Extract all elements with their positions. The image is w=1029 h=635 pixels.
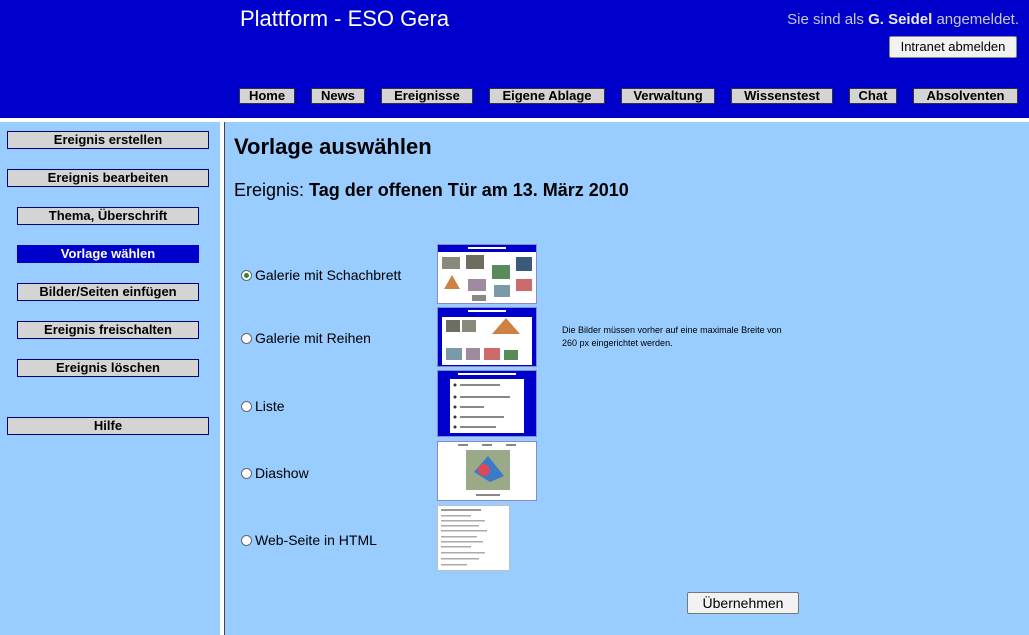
thumbnail-web-seite-html [437,505,510,571]
sidebar-item-ereignis-erstellen[interactable]: Ereignis erstellen [7,131,209,149]
thumbnail-diashow [437,441,537,501]
radio-galerie-schachbrett[interactable] [241,269,252,281]
submit-button[interactable]: Übernehmen [687,592,799,614]
thumbnail-web-seite-html-image [441,509,487,566]
sidebar-item-thema[interactable]: Thema, Überschrift [17,207,199,225]
radio-galerie-reihen[interactable] [241,332,252,344]
nav-home[interactable]: Home [239,88,295,104]
option-label: Galerie mit Schachbrett [255,267,402,283]
image-width-note: Die Bilder müssen vorher auf eine maxima… [562,325,782,348]
thumbnail-diashow-image [458,444,516,496]
page-title: Vorlage auswählen [234,134,432,159]
nav-wissenstest[interactable]: Wissenstest [731,88,833,104]
sidebar-item-vorlage-waehlen[interactable]: Vorlage wählen [17,245,199,263]
logout-button[interactable]: Intranet abmelden [889,36,1017,58]
thumbnail-galerie-reihen-image [438,308,536,365]
option-label: Liste [255,398,285,414]
login-status: Sie sind als G. Seidel angemeldet. [787,11,1019,28]
sidebar-item-bilder-einfuegen[interactable]: Bilder/Seiten einfügen [17,283,199,301]
thumbnail-liste-image [450,373,524,433]
radio-web-seite-html[interactable] [241,534,252,546]
nav-ereignisse[interactable]: Ereignisse [381,88,473,104]
option-label: Diashow [255,465,309,481]
option-label: Web-Seite in HTML [255,532,377,548]
option-diashow[interactable]: Diashow [241,465,309,481]
sidebar-item-ereignis-freischalten[interactable]: Ereignis freischalten [17,321,199,339]
thumbnail-galerie-reihen [437,307,537,367]
radio-diashow[interactable] [241,467,252,479]
event-name: Tag der offenen Tür am 13. März 2010 [309,180,629,200]
thumbnail-galerie-schachbrett-image [438,245,536,301]
event-label: Ereignis: [234,180,305,200]
nav-verwaltung[interactable]: Verwaltung [621,88,715,104]
thumbnail-galerie-schachbrett [437,244,537,304]
option-liste[interactable]: Liste [241,398,285,414]
sidebar: Ereignis erstellen Ereignis bearbeiten T… [0,122,220,635]
login-prefix: Sie sind als [787,11,864,28]
login-suffix: angemeldet. [936,11,1019,28]
sidebar-item-ereignis-bearbeiten[interactable]: Ereignis bearbeiten [7,169,209,187]
option-galerie-reihen[interactable]: Galerie mit Reihen [241,330,371,346]
sidebar-item-ereignis-loeschen[interactable]: Ereignis löschen [17,359,199,377]
sidebar-item-hilfe[interactable]: Hilfe [7,417,209,435]
option-web-seite-html[interactable]: Web-Seite in HTML [241,532,377,548]
header: Plattform - ESO Gera Sie sind als G. Sei… [0,0,1029,118]
thumbnail-liste [437,370,537,437]
nav-eigene-ablage[interactable]: Eigene Ablage [489,88,605,104]
nav-absolventen[interactable]: Absolventen [913,88,1018,104]
main-content: Vorlage auswählen Ereignis: Tag der offe… [225,122,1029,635]
nav-news[interactable]: News [311,88,365,104]
nav-chat[interactable]: Chat [849,88,897,104]
option-label: Galerie mit Reihen [255,330,371,346]
event-line: Ereignis: Tag der offenen Tür am 13. Mär… [234,180,629,201]
option-galerie-schachbrett[interactable]: Galerie mit Schachbrett [241,267,401,283]
app-title: Plattform - ESO Gera [240,6,450,31]
radio-liste[interactable] [241,400,252,412]
login-user: G. Seidel [868,11,933,28]
